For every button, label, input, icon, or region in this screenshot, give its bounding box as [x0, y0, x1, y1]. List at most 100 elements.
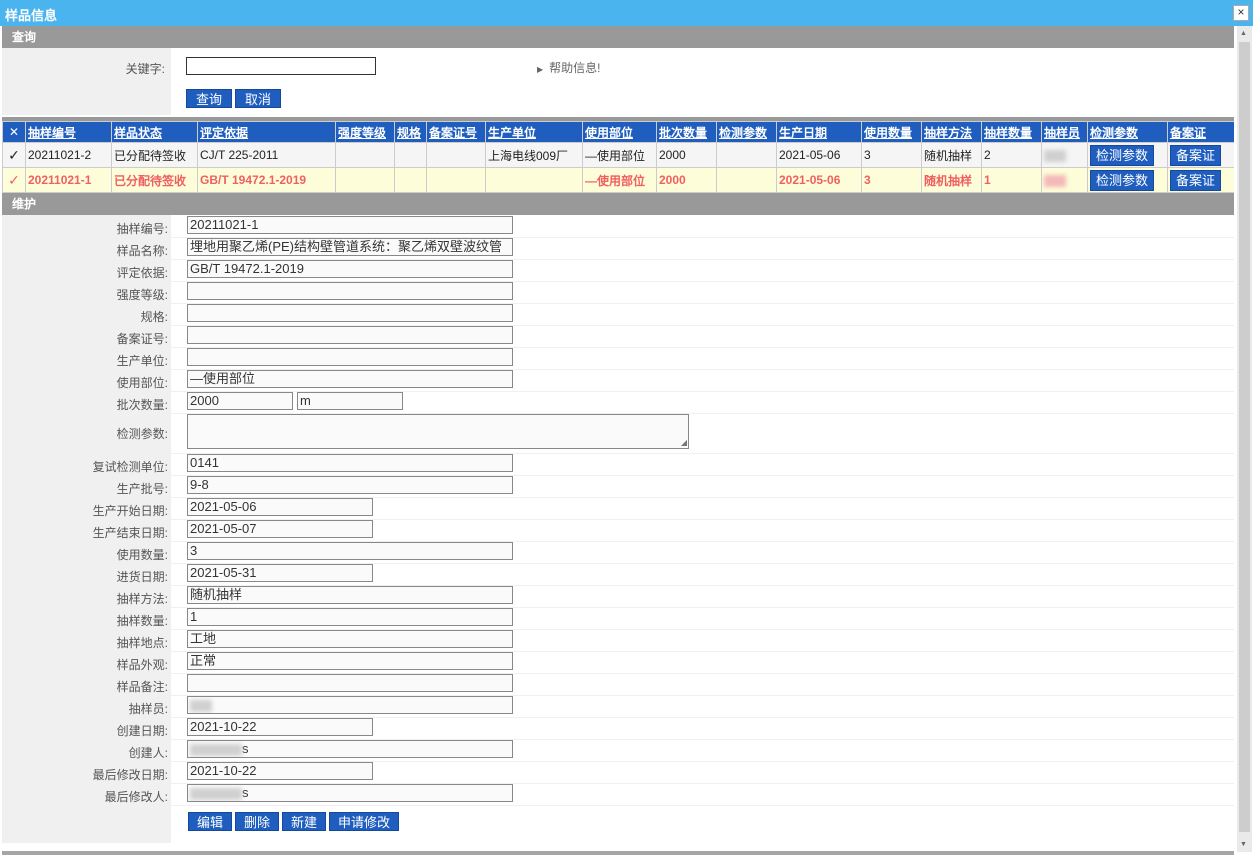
select-all-icon[interactable]: ✕: [2, 121, 26, 143]
sampler-input[interactable]: [187, 696, 513, 714]
resize-grip-icon[interactable]: ◢: [681, 438, 687, 447]
remark-input[interactable]: [187, 674, 513, 692]
producer-input[interactable]: [187, 348, 513, 366]
col-header[interactable]: 生产单位: [485, 121, 583, 143]
help-text: 帮助信息!: [549, 61, 601, 75]
sample-qty-input[interactable]: 1: [187, 608, 513, 626]
col-header[interactable]: 抽样数量: [981, 121, 1042, 143]
cell-producer: 上海电线009厂: [485, 142, 583, 168]
standard-input[interactable]: GB/T 19472.1-2019: [187, 260, 513, 278]
col-header[interactable]: 样品状态: [111, 121, 198, 143]
field-label: 最后修改人:: [104, 790, 168, 804]
window-title: 样品信息: [5, 8, 58, 23]
field-spec: 规格:: [2, 303, 1234, 326]
field-label: 抽样员:: [128, 702, 168, 716]
field-modified-date: 最后修改日期: 2021-10-22: [2, 761, 1234, 784]
col-header[interactable]: 使用数量: [861, 121, 922, 143]
col-header[interactable]: 检测参数: [716, 121, 777, 143]
modifier-input[interactable]: s: [187, 784, 513, 802]
col-header[interactable]: 评定依据: [197, 121, 336, 143]
col-header[interactable]: 强度等级: [335, 121, 395, 143]
col-header[interactable]: 检测参数: [1087, 121, 1168, 143]
appearance-input[interactable]: 正常: [187, 652, 513, 670]
col-header[interactable]: 使用部位: [582, 121, 657, 143]
use-qty-input[interactable]: 3: [187, 542, 513, 560]
scroll-up-icon[interactable]: ▲: [1240, 30, 1247, 37]
check-icon[interactable]: ✓: [2, 167, 26, 193]
col-header[interactable]: 抽样编号: [25, 121, 112, 143]
batch-unit-input[interactable]: m: [297, 392, 403, 410]
prod-end-input[interactable]: 2021-05-07: [187, 520, 373, 538]
col-header[interactable]: 生产日期: [776, 121, 862, 143]
table-row[interactable]: ✓ 20211021-2 已分配待签收 CJ/T 225-2011 上海电线00…: [2, 142, 1234, 168]
delete-button[interactable]: 删除: [235, 812, 280, 831]
record-no-input[interactable]: [187, 326, 513, 344]
location-input[interactable]: 工地: [187, 630, 513, 648]
cell-part: —使用部位: [582, 167, 657, 193]
horizontal-scrollbar[interactable]: [2, 851, 1234, 855]
field-label: 进货日期:: [116, 570, 168, 584]
field-location: 抽样地点: 工地: [2, 629, 1234, 652]
keyword-input[interactable]: [186, 57, 376, 75]
sample-name-input[interactable]: 埋地用聚乙烯(PE)结构壁管道系统：聚乙烯双壁波纹管: [187, 238, 513, 256]
request-change-button[interactable]: 申请修改: [329, 812, 400, 831]
cell-use-qty: 3: [861, 167, 922, 193]
spec-input[interactable]: [187, 304, 513, 322]
cancel-button[interactable]: 取消: [235, 89, 282, 108]
vertical-scrollbar[interactable]: ▲ ▼: [1237, 26, 1252, 852]
purchase-date-input[interactable]: 2021-05-31: [187, 564, 373, 582]
field-sample-qty: 抽样数量: 1: [2, 607, 1234, 630]
new-button[interactable]: 新建: [282, 812, 327, 831]
cell-batch-qty: 2000: [656, 142, 717, 168]
field-label: 创建人:: [128, 746, 168, 760]
field-label: 生产批号:: [116, 482, 168, 496]
query-label-column: 关键字:: [2, 48, 171, 115]
field-label: 生产单位:: [116, 354, 168, 368]
table-row-selected[interactable]: ✓ 20211021-1 已分配待签收 GB/T 19472.1-2019 —使…: [2, 167, 1234, 193]
modified-date-input[interactable]: 2021-10-22: [187, 762, 373, 780]
check-icon[interactable]: ✓: [2, 142, 26, 168]
dialog-content: 查询 关键字: ▶ 帮助信息! 查询 取消 ✕ 抽样编号 样品状态 评定依据 强度等…: [2, 26, 1234, 852]
retest-unit-input[interactable]: 0141: [187, 454, 513, 472]
col-header[interactable]: 抽样方法: [921, 121, 982, 143]
record-cert-button[interactable]: 备案证: [1170, 144, 1222, 166]
cell-record-action: 备案证: [1167, 142, 1234, 168]
modifier-value: s: [242, 785, 249, 800]
field-prod-start: 生产开始日期: 2021-05-06: [2, 497, 1234, 520]
method-input[interactable]: 随机抽样: [187, 586, 513, 604]
batch-no-input[interactable]: 9-8: [187, 476, 513, 494]
creator-input[interactable]: s: [187, 740, 513, 758]
col-header[interactable]: 备案证号: [426, 121, 486, 143]
field-sample-no: 抽样编号: 20211021-1: [2, 215, 1234, 238]
help-link[interactable]: ▶ 帮助信息!: [537, 59, 601, 76]
table-header: ✕ 抽样编号 样品状态 评定依据 强度等级 规格 备案证号 生产单位 使用部位 …: [2, 121, 1234, 143]
batch-qty-input[interactable]: 2000: [187, 392, 293, 410]
col-header[interactable]: 抽样员: [1041, 121, 1088, 143]
test-param-textarea[interactable]: ◢: [187, 414, 689, 449]
field-standard: 评定依据: GB/T 19472.1-2019: [2, 259, 1234, 282]
scroll-down-icon[interactable]: ▼: [1240, 841, 1247, 848]
cell-status: 已分配待签收: [111, 167, 198, 193]
close-icon[interactable]: ×: [1233, 5, 1249, 21]
scroll-thumb[interactable]: [1239, 42, 1250, 832]
col-header[interactable]: 备案证: [1167, 121, 1234, 143]
created-date-input[interactable]: 2021-10-22: [187, 718, 373, 736]
field-label: 抽样方法:: [116, 592, 168, 606]
search-button[interactable]: 查询: [186, 89, 233, 108]
sample-no-input[interactable]: 20211021-1: [187, 216, 513, 234]
test-params-button[interactable]: 检测参数: [1090, 169, 1155, 191]
col-header[interactable]: 批次数量: [656, 121, 717, 143]
col-header[interactable]: 规格: [394, 121, 427, 143]
part-input[interactable]: —使用部位: [187, 370, 513, 388]
record-cert-button[interactable]: 备案证: [1170, 169, 1222, 191]
cell-param-action: 检测参数: [1087, 167, 1168, 193]
field-producer: 生产单位:: [2, 347, 1234, 370]
prod-start-input[interactable]: 2021-05-06: [187, 498, 373, 516]
edit-button[interactable]: 编辑: [188, 812, 233, 831]
cell-param-action: 检测参数: [1087, 142, 1168, 168]
cell-sample-no: 20211021-1: [25, 167, 112, 193]
field-appearance: 样品外观: 正常: [2, 651, 1234, 674]
strength-input[interactable]: [187, 282, 513, 300]
field-batch-qty: 批次数量: 2000 m: [2, 391, 1234, 414]
test-params-button[interactable]: 检测参数: [1090, 144, 1155, 166]
